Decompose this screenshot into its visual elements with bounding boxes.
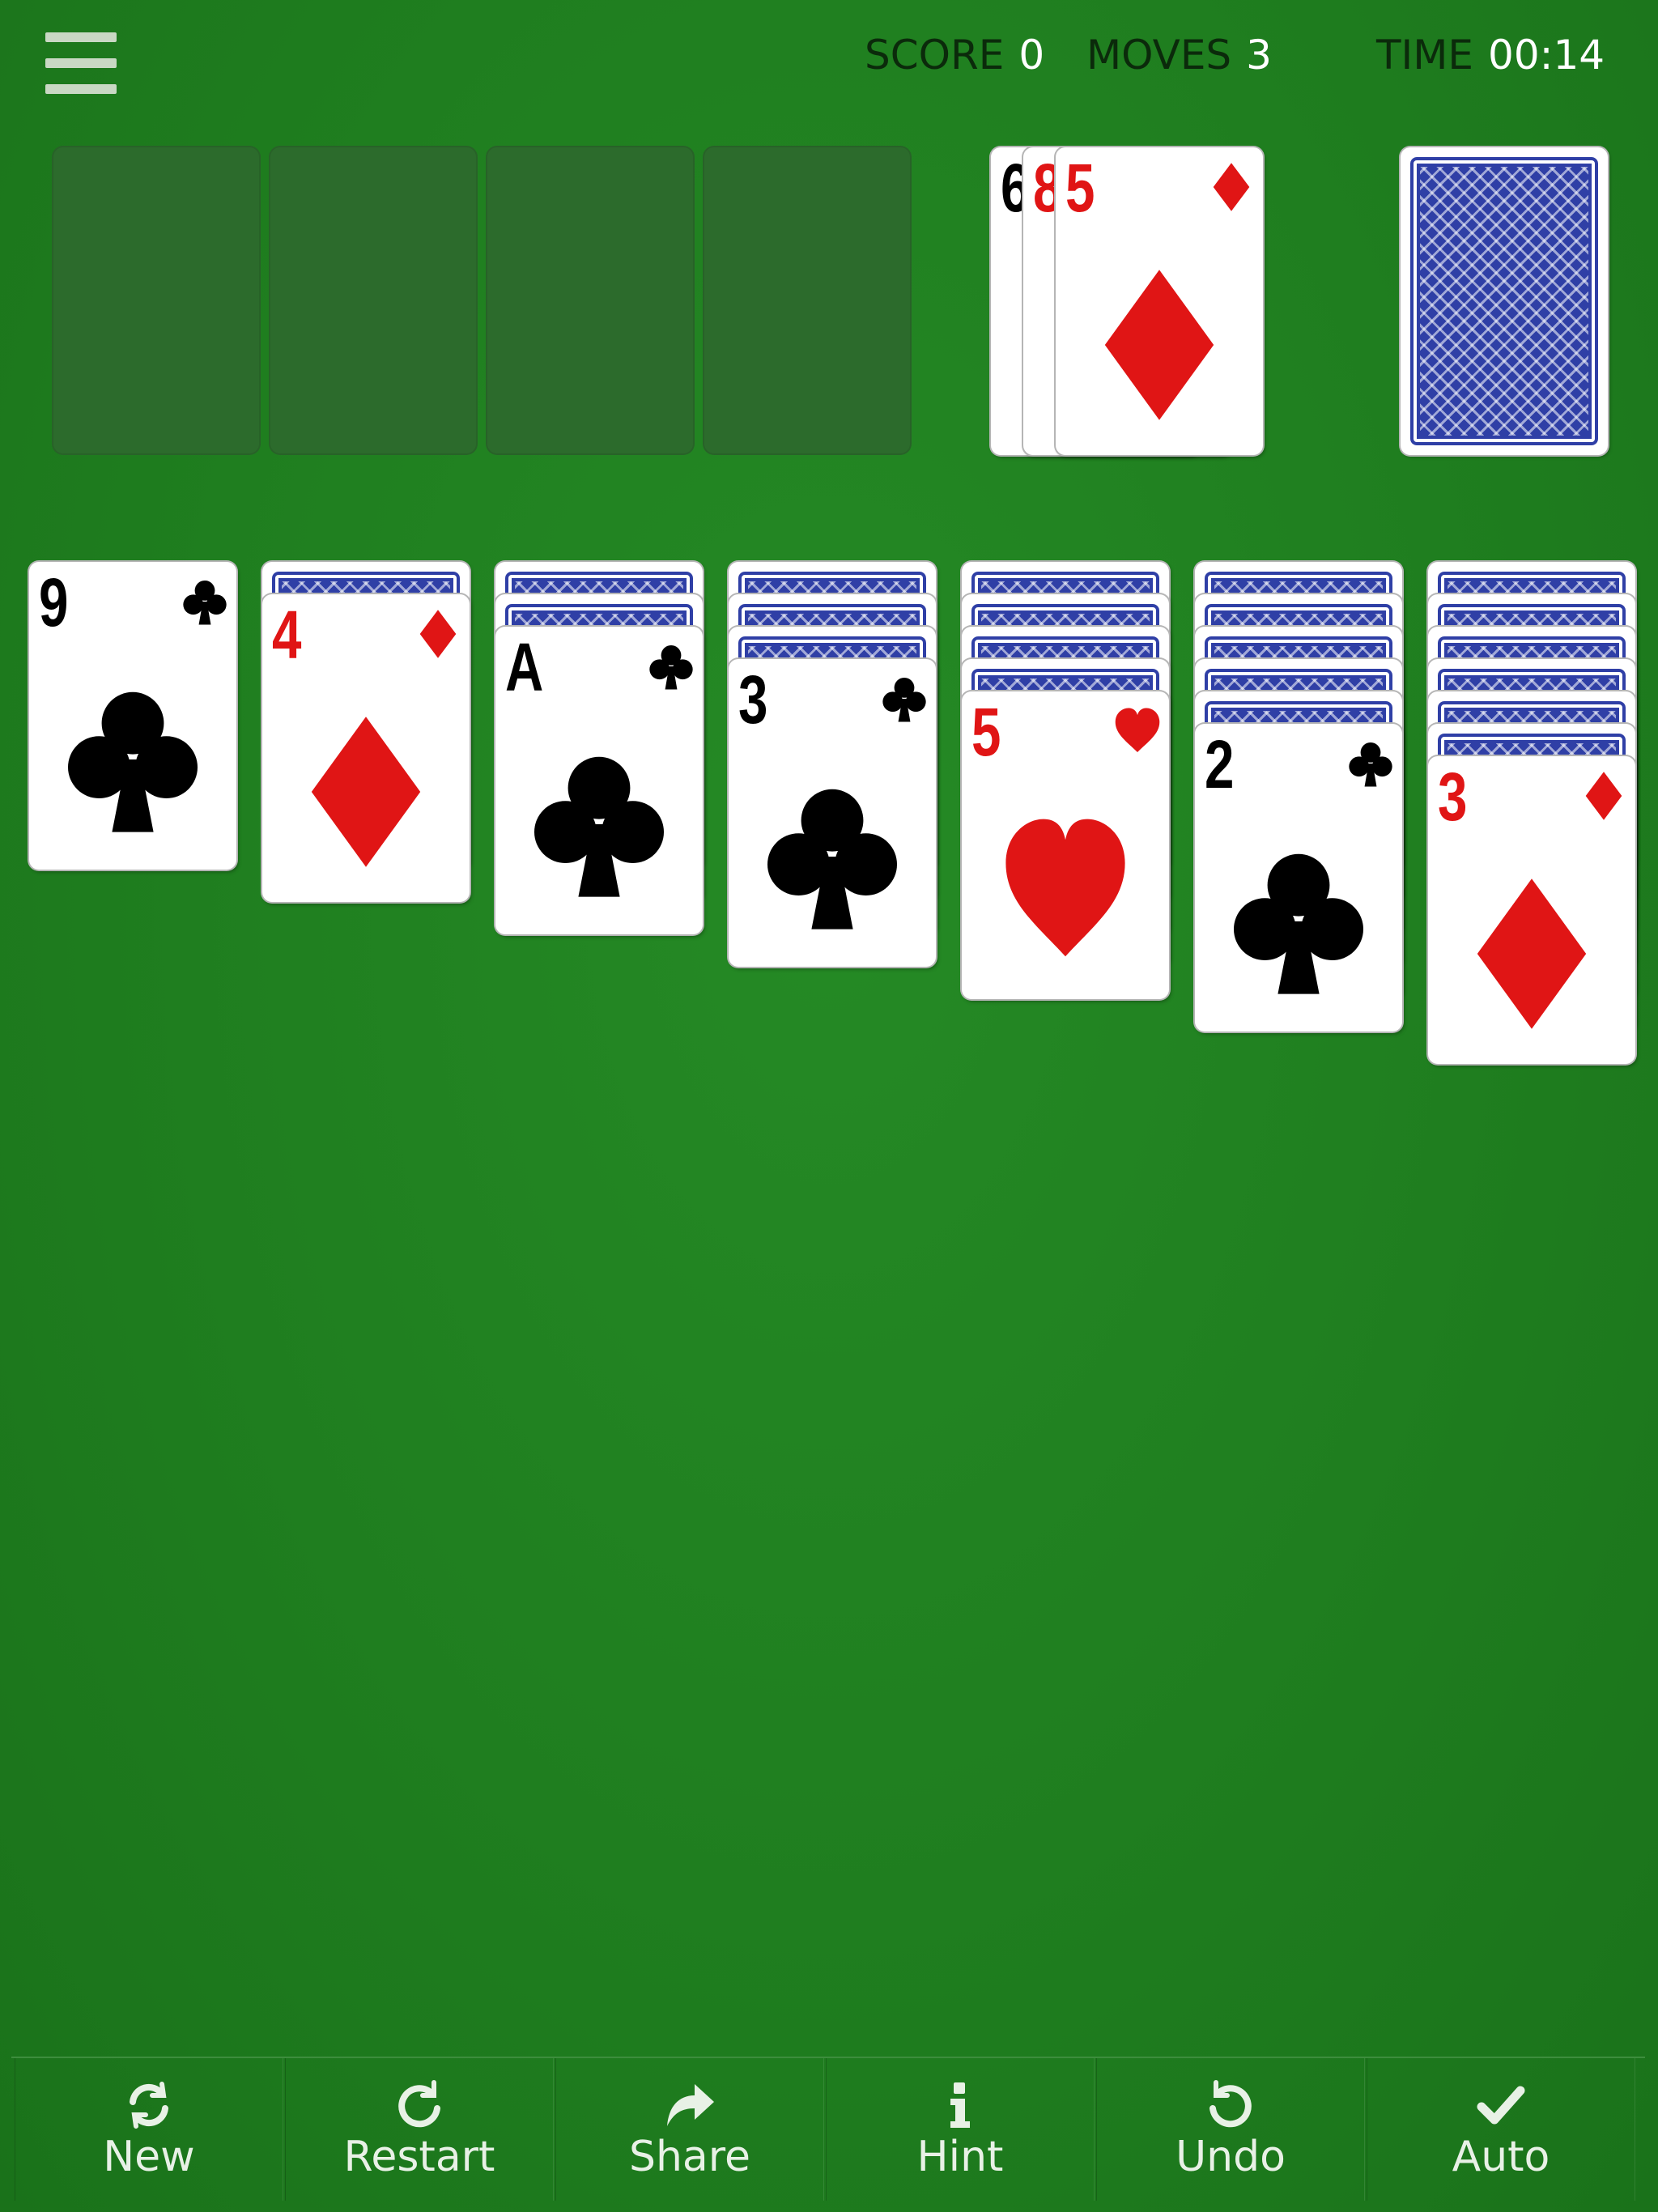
club-icon	[767, 789, 897, 929]
time-value: 00:14	[1488, 32, 1605, 79]
tableau-card[interactable]: 3	[1428, 756, 1635, 1064]
score-label: SCORE	[865, 32, 1005, 79]
stock-pile[interactable]	[1401, 147, 1608, 455]
club-icon	[68, 691, 198, 832]
tableau-card[interactable]: 3	[729, 659, 936, 967]
card-rank: 9	[39, 564, 69, 640]
diamond-icon	[419, 610, 457, 658]
club-icon	[1234, 853, 1363, 994]
moves-label: MOVES	[1086, 32, 1232, 79]
undo-label: Undo	[1175, 2133, 1286, 2181]
diamond-icon	[1585, 772, 1622, 820]
card-rank: 5	[1065, 150, 1095, 226]
diamond-icon	[311, 717, 421, 867]
waste-card-top[interactable]: 5	[1056, 147, 1263, 455]
club-icon	[183, 580, 227, 625]
card-rank: 2	[1205, 726, 1235, 802]
time-label: TIME	[1376, 32, 1474, 79]
share-label: Share	[628, 2133, 751, 2181]
menu-button[interactable]	[45, 32, 117, 94]
heart-icon	[1115, 708, 1160, 753]
share-button[interactable]: Share	[555, 2058, 824, 2201]
card-rank: 5	[971, 694, 1001, 770]
foundation-slot-3[interactable]	[486, 146, 695, 455]
foundation-slot-1[interactable]	[52, 146, 261, 455]
card-back-pattern	[1410, 157, 1598, 445]
card-rank: 3	[738, 661, 768, 738]
info-icon	[950, 2082, 970, 2128]
club-icon	[534, 756, 664, 897]
undo-icon	[1209, 2080, 1252, 2128]
club-icon	[1349, 742, 1392, 787]
hamburger-menu-icon	[45, 32, 117, 42]
score-value: 0	[1018, 32, 1045, 79]
club-icon	[649, 644, 693, 690]
checkmark-icon	[1477, 2086, 1525, 2125]
card-rank: A	[505, 629, 544, 705]
auto-label: Auto	[1452, 2133, 1550, 2181]
moves-display: MOVES 3	[1086, 31, 1272, 79]
tableau-card[interactable]: 4	[262, 594, 470, 902]
share-arrow-icon	[667, 2084, 714, 2126]
new-label: New	[103, 2133, 195, 2181]
new-game-button[interactable]: New	[15, 2058, 283, 2201]
restart-button[interactable]: Restart	[285, 2058, 554, 2201]
hint-label: Hint	[916, 2133, 1004, 2181]
tableau-card[interactable]: 9	[29, 562, 236, 870]
restart-label: Restart	[343, 2133, 495, 2181]
card-rank: 4	[272, 597, 302, 673]
refresh-icon	[130, 2082, 168, 2129]
heart-icon	[1005, 819, 1125, 957]
diamond-icon	[1477, 878, 1587, 1029]
diamond-icon	[1213, 163, 1250, 211]
tableau-card[interactable]: A	[495, 627, 703, 934]
undo-button[interactable]: Undo	[1096, 2058, 1365, 2201]
foundation-slot-4[interactable]	[703, 146, 912, 455]
moves-value: 3	[1246, 32, 1272, 79]
hint-button[interactable]: Hint	[826, 2058, 1095, 2201]
score-display: SCORE 0	[865, 31, 1044, 79]
auto-button[interactable]: Auto	[1367, 2058, 1635, 2201]
diamond-icon	[1104, 270, 1214, 420]
tableau-card[interactable]: 2	[1195, 724, 1402, 1032]
redo-circle-icon	[398, 2080, 440, 2128]
card-rank: 3	[1438, 759, 1468, 835]
club-icon	[882, 677, 926, 722]
time-display: TIME 00:14	[1376, 31, 1605, 79]
tableau-card[interactable]: 5	[962, 691, 1169, 999]
foundation-slot-2[interactable]	[269, 146, 478, 455]
